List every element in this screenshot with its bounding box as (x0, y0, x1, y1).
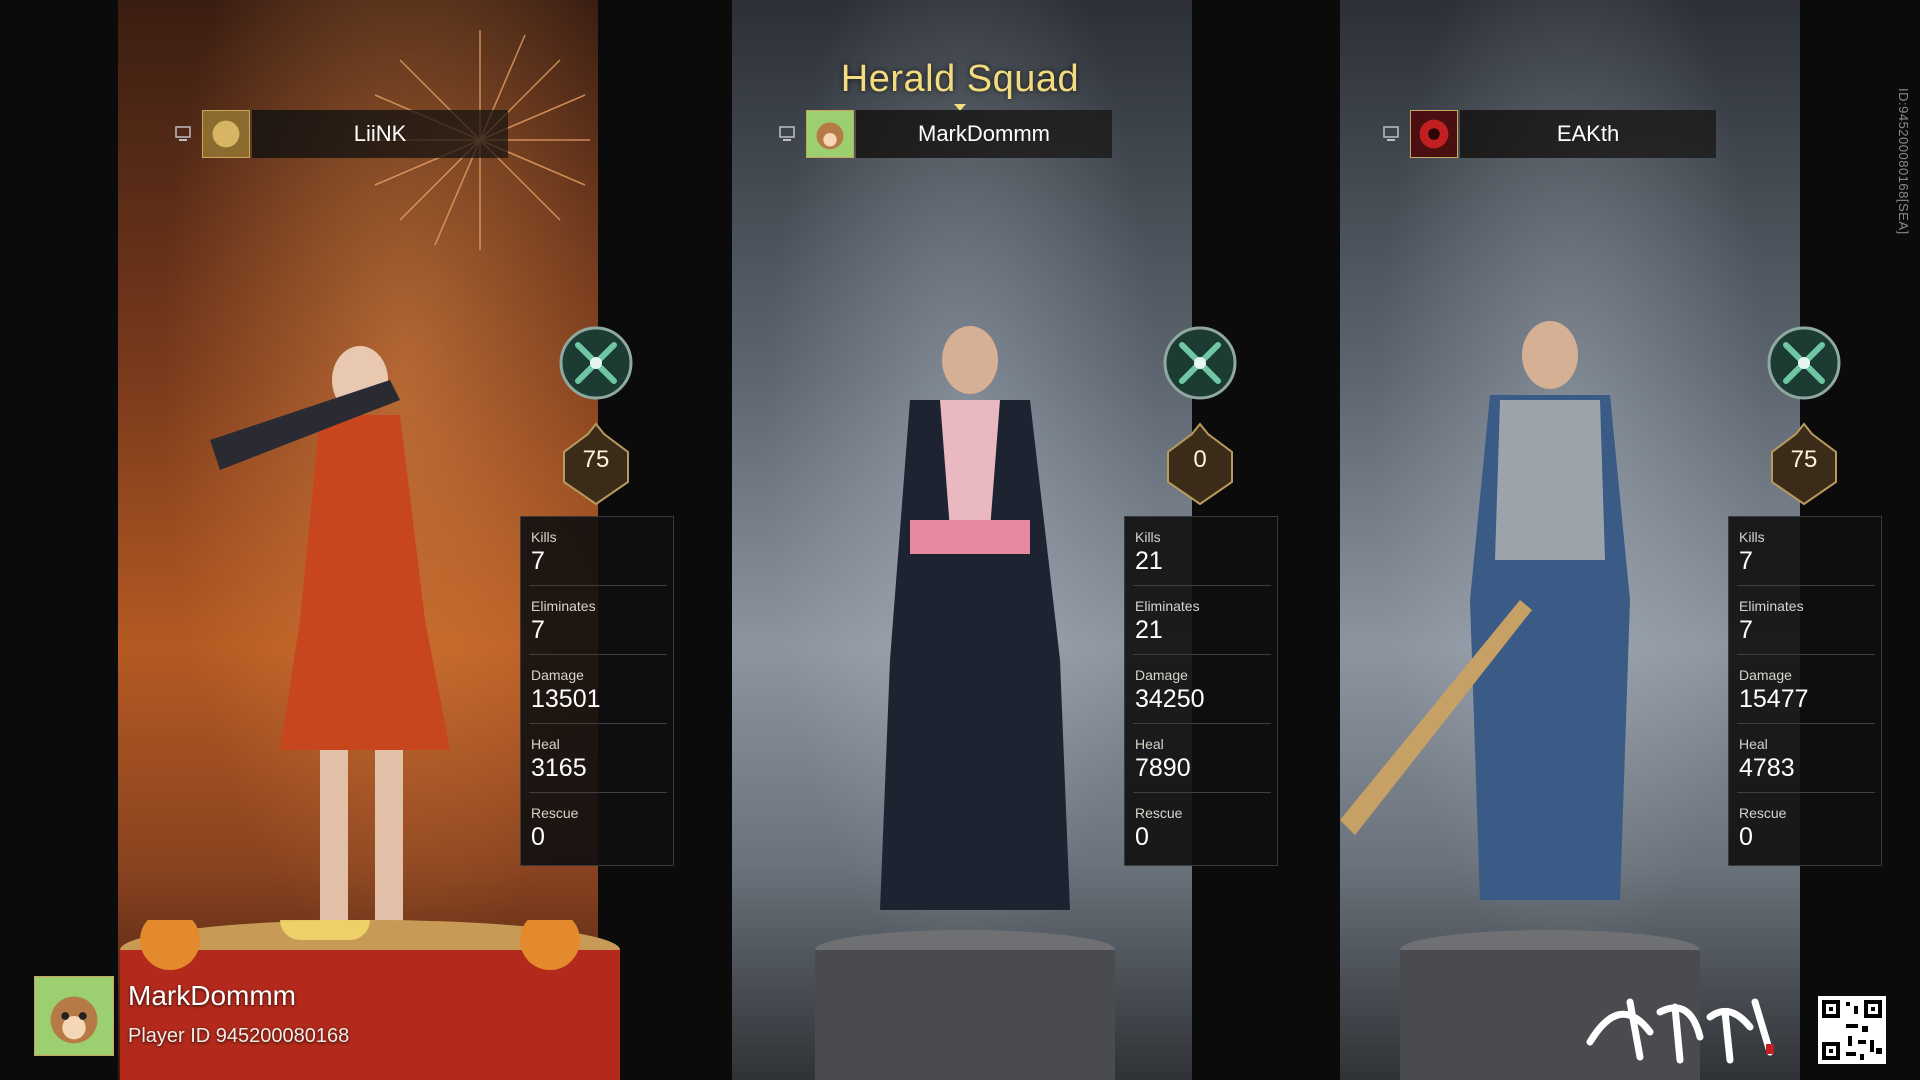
stat-row-damage: Damage 15477 (1737, 655, 1875, 724)
stat-label: Rescue (1135, 805, 1183, 821)
stat-row-heal: Heal 3165 (529, 724, 667, 793)
stat-label: Eliminates (531, 598, 596, 614)
stat-row-kills: Kills 7 (1737, 517, 1875, 586)
player-name: EAKth (1556, 121, 1620, 146)
stats-panel-player-2: Kills 21 Eliminates 21 Damage 34250 Heal… (1124, 516, 1278, 866)
player-avatar-liink[interactable] (202, 110, 250, 158)
character-figure-right (1340, 321, 1630, 900)
stat-value: 15477 (1739, 685, 1809, 713)
stat-row-kills: Kills 7 (529, 517, 667, 586)
stat-row-eliminates: Eliminates 7 (529, 586, 667, 655)
stat-label: Damage (1739, 667, 1792, 683)
player-name: LiiNK (353, 121, 407, 146)
account-id-watermark: ID:945200080168[SEA] (1896, 88, 1911, 235)
stone-pedestal-middle (815, 930, 1115, 1080)
stat-value: 0 (1739, 823, 1753, 851)
stat-value: 0 (531, 823, 545, 851)
stat-row-heal: Heal 7890 (1133, 724, 1271, 793)
stat-value: 34250 (1135, 685, 1205, 713)
stat-label: Rescue (531, 805, 579, 821)
stat-label: Kills (531, 529, 557, 545)
stat-value: 7890 (1135, 754, 1191, 782)
squad-title: Herald Squad (840, 58, 1080, 100)
player-name: MarkDommm (918, 121, 1050, 146)
stat-row-rescue: Rescue 0 (1133, 793, 1271, 861)
stats-panel-player-3: Kills 7 Eliminates 7 Damage 15477 Heal 4… (1728, 516, 1882, 866)
stat-value: 21 (1135, 547, 1163, 575)
stat-value: 13501 (531, 685, 601, 713)
stat-label: Eliminates (1739, 598, 1804, 614)
character-figure-middle (880, 326, 1070, 910)
stat-value: 4783 (1739, 754, 1795, 782)
stat-row-heal: Heal 4783 (1737, 724, 1875, 793)
stat-value: 7 (531, 547, 545, 575)
nameplate-player-1[interactable]: LiiNK (252, 110, 508, 158)
stat-label: Kills (1135, 529, 1161, 545)
crossed-blades-icon[interactable] (558, 325, 634, 401)
stat-value: 7 (531, 616, 545, 644)
stats-panel-player-1: Kills 7 Eliminates 7 Damage 13501 Heal 3… (520, 516, 674, 866)
stat-label: Eliminates (1135, 598, 1200, 614)
level-value: 75 (1790, 446, 1818, 473)
stat-row-kills: Kills 21 (1133, 517, 1271, 586)
player-card-id: Player ID 945200080168 (128, 1025, 350, 1047)
crossed-blades-icon[interactable] (1162, 325, 1238, 401)
stat-label: Damage (1135, 667, 1188, 683)
stat-label: Damage (531, 667, 584, 683)
stat-row-eliminates: Eliminates 21 (1133, 586, 1271, 655)
player-avatar-eakth[interactable] (1410, 110, 1458, 158)
pc-device-icon (1383, 126, 1399, 141)
player-card-avatar[interactable] (34, 976, 114, 1056)
stat-label: Rescue (1739, 805, 1787, 821)
stat-label: Heal (1739, 736, 1768, 752)
stat-value: 7 (1739, 547, 1753, 575)
stat-value: 0 (1135, 823, 1149, 851)
player-card-name: MarkDommm (128, 980, 296, 1011)
pc-device-icon (175, 126, 191, 141)
level-value: 0 (1193, 446, 1207, 473)
game-logo (1586, 998, 1774, 1064)
stat-value: 7 (1739, 616, 1753, 644)
level-value: 75 (582, 446, 610, 473)
stat-row-damage: Damage 13501 (529, 655, 667, 724)
stat-label: Heal (531, 736, 560, 752)
crossed-blades-icon[interactable] (1766, 325, 1842, 401)
nameplate-player-3[interactable]: EAKth (1460, 110, 1716, 158)
stat-row-rescue: Rescue 0 (1737, 793, 1875, 861)
stat-value: 3165 (531, 754, 587, 782)
stat-row-eliminates: Eliminates 7 (1737, 586, 1875, 655)
pc-device-icon (779, 126, 795, 141)
character-figure-left (210, 346, 450, 940)
player-avatar-markdommm[interactable] (806, 110, 854, 158)
qr-code[interactable] (1818, 996, 1886, 1064)
stat-label: Heal (1135, 736, 1164, 752)
stat-value: 21 (1135, 616, 1163, 644)
nameplate-player-2[interactable]: MarkDommm (856, 110, 1112, 158)
stat-label: Kills (1739, 529, 1765, 545)
stat-row-rescue: Rescue 0 (529, 793, 667, 861)
stat-row-damage: Damage 34250 (1133, 655, 1271, 724)
